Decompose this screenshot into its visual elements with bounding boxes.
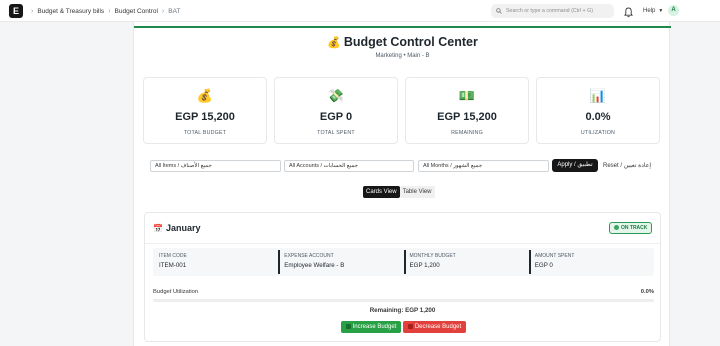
page-title-text: Budget Control Center bbox=[343, 35, 478, 49]
amount-spent-field: AMOUNT SPENT EGP 0 bbox=[528, 250, 654, 274]
calendar-icon: 📅 bbox=[153, 224, 163, 233]
help-label: Help bbox=[643, 8, 656, 14]
table-view-button[interactable]: Table View bbox=[399, 186, 435, 198]
stat-value: EGP 15,200 bbox=[437, 111, 497, 123]
cards-view-button[interactable]: Cards View bbox=[363, 186, 400, 198]
decrease-budget-label: Decrease Budget bbox=[414, 324, 462, 330]
months-filter-select[interactable]: All Months / جميع الشهور bbox=[418, 160, 549, 172]
stat-card-utilization: 📊 0.0% UTILIZATION bbox=[536, 77, 660, 144]
stat-card-remaining: 💵 EGP 15,200 REMAINING bbox=[405, 77, 529, 144]
budget-control-panel: 💰 Budget Control Center Marketing • Main … bbox=[133, 22, 671, 346]
app-logo[interactable]: E bbox=[9, 4, 23, 18]
utilization-progress-bar bbox=[153, 299, 654, 302]
utilization-label: Budget Utilization bbox=[153, 289, 199, 295]
increase-budget-button[interactable]: Increase Budget bbox=[341, 321, 401, 333]
top-navbar: E › Budget & Treasury bills › Budget Con… bbox=[0, 0, 720, 22]
month-title: 📅 January bbox=[153, 223, 201, 233]
stat-value: 0.0% bbox=[585, 111, 611, 123]
plus-icon bbox=[345, 323, 351, 329]
bar-chart-icon: 📊 bbox=[589, 88, 607, 103]
apply-button[interactable]: Apply / تطبيق bbox=[552, 159, 598, 172]
field-value: EGP 1,200 bbox=[409, 262, 440, 269]
page-title: 💰 Budget Control Center bbox=[134, 35, 671, 49]
search-placeholder: Search or type a command (Ctrl + G) bbox=[506, 8, 593, 14]
banknote-icon: 💵 bbox=[458, 88, 476, 103]
stat-card-total-budget: 💰 EGP 15,200 TOTAL BUDGET bbox=[143, 77, 267, 144]
stat-card-total-spent: 💸 EGP 0 TOTAL SPENT bbox=[274, 77, 398, 144]
money-bag-icon: 💰 bbox=[327, 37, 341, 49]
expense-account-field: EXPENSE ACCOUNT Employee Welfare - B bbox=[278, 250, 403, 274]
notification-bell-icon[interactable] bbox=[624, 5, 633, 23]
avatar[interactable]: A bbox=[668, 5, 679, 16]
stat-label: TOTAL BUDGET bbox=[183, 130, 227, 136]
field-value: EGP 0 bbox=[534, 262, 553, 269]
items-filter-select[interactable]: All Items / جميع الأصناف bbox=[150, 160, 281, 172]
breadcrumb-item[interactable]: Budget & Treasury bills bbox=[37, 8, 104, 15]
field-label: ITEM CODE bbox=[159, 253, 187, 259]
month-card-header: 📅 January ON TRACK bbox=[145, 213, 660, 244]
money-bag-icon: 💰 bbox=[196, 88, 214, 103]
field-label: EXPENSE ACCOUNT bbox=[284, 253, 334, 259]
field-label: AMOUNT SPENT bbox=[534, 253, 575, 259]
minus-icon bbox=[407, 323, 413, 329]
money-wings-icon: 💸 bbox=[327, 88, 345, 103]
utilization-row: Budget Utilization 0.0% bbox=[153, 289, 654, 295]
page-subtitle: Marketing • Main - B bbox=[375, 53, 430, 59]
search-bar[interactable]: Search or type a command (Ctrl + G) bbox=[491, 4, 614, 18]
utilization-value: 0.0% bbox=[640, 289, 654, 295]
chevron-right-icon: › bbox=[108, 7, 111, 15]
field-value: ITEM-001 bbox=[159, 262, 187, 269]
field-label: MONTHLY BUDGET bbox=[409, 253, 456, 259]
monthly-budget-field: MONTHLY BUDGET EGP 1,200 bbox=[403, 250, 529, 274]
stat-label: UTILIZATION bbox=[580, 130, 616, 136]
chevron-down-icon: ▼ bbox=[658, 8, 664, 14]
item-code-field: ITEM CODE ITEM-001 bbox=[153, 250, 278, 274]
increase-budget-label: Increase Budget bbox=[352, 324, 397, 330]
accounts-filter-select[interactable]: All Accounts / جميع الحسابات bbox=[284, 160, 414, 172]
breadcrumb-current: BAT bbox=[168, 7, 181, 15]
help-menu[interactable]: Help ▼ bbox=[643, 0, 663, 22]
stat-value: EGP 15,200 bbox=[175, 111, 235, 123]
decrease-budget-button[interactable]: Decrease Budget bbox=[403, 321, 466, 333]
view-toggle: Cards View Table View bbox=[363, 186, 435, 198]
status-badge-label: ON TRACK bbox=[621, 225, 648, 231]
status-dot-icon bbox=[614, 224, 619, 230]
field-value: Employee Welfare - B bbox=[284, 262, 345, 269]
month-name: January bbox=[165, 223, 201, 233]
search-icon bbox=[496, 8, 502, 14]
month-card: 📅 January ON TRACK ITEM CODE ITEM-001 EXP… bbox=[144, 212, 661, 342]
accent-line bbox=[134, 26, 671, 28]
chevron-right-icon: › bbox=[161, 7, 165, 15]
chevron-right-icon: › bbox=[31, 7, 34, 15]
stat-label: REMAINING bbox=[451, 130, 483, 136]
breadcrumb: › Budget & Treasury bills › Budget Contr… bbox=[27, 0, 180, 22]
breadcrumb-item[interactable]: Budget Control bbox=[115, 8, 158, 15]
stat-label: TOTAL SPENT bbox=[317, 130, 355, 136]
stat-value: EGP 0 bbox=[319, 111, 353, 123]
month-details: ITEM CODE ITEM-001 EXPENSE ACCOUNT Emplo… bbox=[153, 248, 654, 276]
remaining-text: Remaining: EGP 1,200 bbox=[369, 307, 436, 314]
reset-button[interactable]: Reset / إعادة تعيين bbox=[601, 160, 653, 172]
status-badge: ON TRACK bbox=[609, 222, 653, 234]
